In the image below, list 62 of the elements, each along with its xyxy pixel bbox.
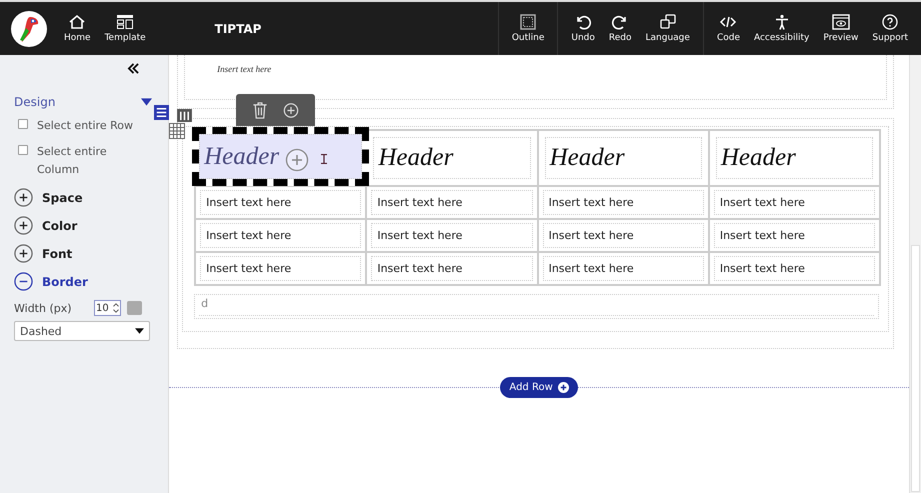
spinner-icon — [113, 303, 119, 313]
checkbox-label: Select entire Row — [37, 118, 134, 134]
toolbar-button[interactable]: Language — [638, 14, 697, 43]
table-cell[interactable]: Insert text here — [714, 223, 876, 248]
table-cell[interactable]: Insert text here — [371, 256, 533, 281]
caret-icon — [135, 328, 144, 334]
toolbar-button[interactable]: Undo — [564, 14, 602, 43]
trash-icon[interactable] — [252, 102, 268, 118]
header-cell[interactable]: Header — [538, 130, 709, 186]
table-cell[interactable]: Insert text here — [542, 256, 704, 281]
scrollbar-thumb[interactable] — [911, 245, 920, 492]
home-icon — [68, 14, 86, 30]
section-toggle[interactable]: Border — [14, 272, 154, 291]
undo-icon — [574, 14, 592, 30]
language-icon — [658, 14, 677, 30]
width-number-field[interactable]: 10 — [94, 300, 121, 316]
text-cursor-icon — [321, 154, 328, 164]
parrot-logo — [11, 10, 47, 46]
plus-circle-icon[interactable] — [285, 148, 310, 172]
code-icon — [719, 14, 738, 30]
section-toggle[interactable]: Space — [14, 188, 154, 207]
outline-icon — [519, 14, 538, 30]
add-row-button[interactable]: Add Row — [500, 377, 578, 398]
table-cell[interactable]: Insert text here — [542, 190, 704, 215]
table-cell[interactable]: Insert text here — [371, 190, 533, 215]
preview-icon — [832, 14, 850, 30]
table-cell[interactable]: Insert text here — [542, 223, 704, 248]
header-cell[interactable]: Header — [366, 130, 538, 186]
toolbar-button[interactable]: Support — [865, 14, 915, 43]
section-toggle[interactable]: Color — [14, 216, 154, 235]
table-cell[interactable]: Insert text here — [200, 223, 362, 248]
design-section-header[interactable]: Design — [14, 95, 154, 109]
toolbar-button[interactable]: Preview — [816, 14, 866, 43]
color-swatch[interactable] — [127, 301, 142, 315]
checkbox[interactable] — [18, 145, 28, 155]
app-title: TIPTAP — [214, 22, 262, 36]
collapse-icon[interactable] — [127, 63, 140, 74]
table-icon[interactable] — [169, 123, 186, 139]
scrollbar[interactable] — [909, 55, 921, 493]
menu-icon[interactable] — [154, 105, 170, 120]
body-text: Insert text here — [217, 64, 272, 74]
table-cell[interactable]: Insert text here — [714, 256, 876, 281]
toolbar-button[interactable]: Redo — [602, 14, 639, 43]
columns-icon[interactable] — [177, 109, 192, 122]
table-cell[interactable]: Insert text here — [714, 190, 876, 215]
checkbox-label: Select entire Column — [37, 144, 108, 178]
toolbar-button[interactable]: Outline — [504, 14, 552, 43]
toolbar-button[interactable]: Code — [710, 14, 747, 43]
table-cell[interactable]: Insert text here — [200, 256, 362, 281]
table-cell[interactable]: Insert text here — [371, 223, 533, 248]
toolbar-button[interactable]: Home — [57, 14, 98, 43]
toolbar-button[interactable]: Template — [98, 14, 153, 43]
header-cell[interactable]: Header — [708, 130, 880, 186]
border-style-dropdown[interactable]: Dashed — [14, 321, 150, 341]
table-cell[interactable]: Insert text here — [200, 190, 362, 215]
checkbox[interactable] — [18, 119, 28, 129]
width-label: Width (px) — [14, 302, 73, 314]
template-icon — [116, 14, 134, 30]
help-icon — [881, 14, 900, 30]
plus-circle-icon — [558, 382, 569, 393]
toolbar-button[interactable]: Accessibility — [746, 14, 816, 43]
section-toggle[interactable]: Font — [14, 244, 154, 263]
